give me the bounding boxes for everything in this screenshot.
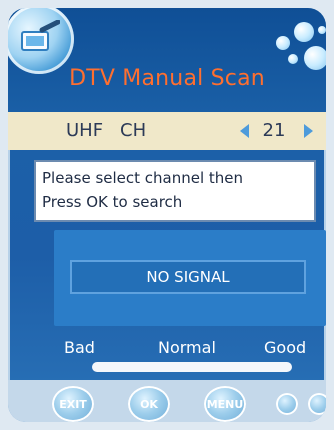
arrow-left-icon[interactable] xyxy=(240,124,249,138)
dtv-screen: DTV Manual Scan UHF CH 21 Please select … xyxy=(8,8,326,422)
instruction-box: Please select channel then Press OK to s… xyxy=(34,160,316,222)
channel-selector[interactable]: UHF CH 21 xyxy=(8,112,326,150)
button-bar: EXIT OK MENU xyxy=(8,380,326,422)
ok-button[interactable]: OK xyxy=(128,386,170,422)
instruction-line-2: Press OK to search xyxy=(42,193,183,211)
band-label: UHF xyxy=(66,120,104,141)
instruction-line-1: Please select channel then xyxy=(42,169,244,187)
round-button-2[interactable] xyxy=(308,393,326,415)
arrow-right-icon[interactable] xyxy=(304,124,313,138)
page-title: DTV Manual Scan xyxy=(69,66,265,91)
exit-button[interactable]: EXIT xyxy=(52,386,94,422)
channel-number: 21 xyxy=(262,120,286,141)
signal-quality-labels: Bad Normal Good xyxy=(8,338,326,362)
quality-good-label: Good xyxy=(264,338,307,357)
quality-normal-label: Normal xyxy=(158,338,216,357)
menu-button[interactable]: MENU xyxy=(204,386,246,422)
quality-bad-label: Bad xyxy=(64,338,95,357)
signal-quality-bar xyxy=(92,362,292,372)
channel-label: CH xyxy=(120,120,147,141)
round-button-1[interactable] xyxy=(276,393,298,415)
signal-panel: NO SIGNAL xyxy=(54,230,326,326)
signal-status: NO SIGNAL xyxy=(70,260,306,294)
title-bar: DTV Manual Scan xyxy=(8,8,326,112)
tv-remote-icon xyxy=(8,8,74,74)
